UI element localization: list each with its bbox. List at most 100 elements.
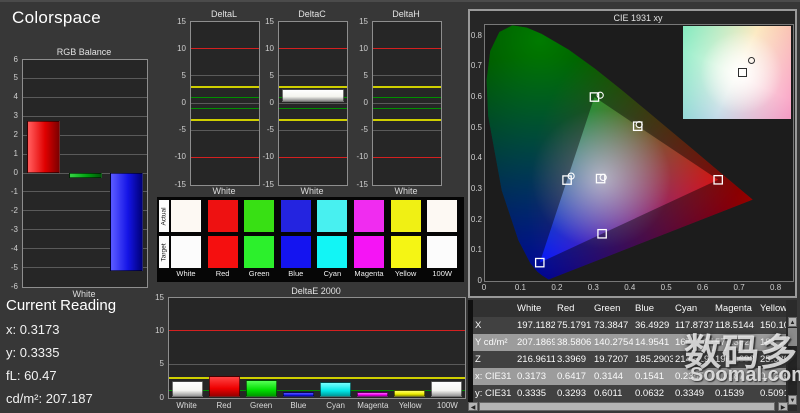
y-tick-label: 10 xyxy=(265,43,274,53)
cie-plot-area xyxy=(484,24,794,282)
chart-title: RGB Balance xyxy=(56,47,112,57)
swatch-actual-yellow xyxy=(390,200,421,232)
white-point-inset xyxy=(683,26,791,119)
table-horizontal-scrollbar[interactable]: ◀ ▶ xyxy=(468,402,788,411)
swatch-actual-green xyxy=(244,200,275,232)
y-tick-label: 10 xyxy=(155,325,164,335)
table-cell: 75.1791 xyxy=(557,320,592,331)
page-title: Colorspace xyxy=(12,8,101,27)
y-tick-label: 0 xyxy=(159,392,164,402)
limit-line-green xyxy=(373,97,441,99)
reading-fl: fL: 60.47 xyxy=(6,368,57,383)
category-label: Green xyxy=(250,401,273,410)
table-cell: 0.6417 xyxy=(557,371,587,382)
y-tick-label: -6 xyxy=(10,281,18,291)
x-axis-label: White xyxy=(300,186,324,196)
table-cell: 36.4929 xyxy=(635,320,670,331)
table-cell: 0.3293 xyxy=(557,388,587,399)
swatch-actual-magenta xyxy=(354,200,384,232)
swatch-column-label: Magenta xyxy=(354,269,384,278)
limit-line-yellow xyxy=(279,86,347,89)
y-tick-label: -10 xyxy=(174,152,186,162)
limit-line-red xyxy=(373,156,441,158)
swatch-row-label: Actual xyxy=(159,200,169,232)
horizontal-scroll-thumb[interactable] xyxy=(479,402,775,411)
chart-title: DeltaC xyxy=(298,9,326,19)
y-tick-label: -15 xyxy=(356,179,368,189)
gridline xyxy=(191,102,259,104)
cie-x-tick-label: 0.6 xyxy=(697,283,709,292)
table-cell: 0.0632 xyxy=(635,388,665,399)
gridline xyxy=(23,96,147,98)
y-tick-label: -15 xyxy=(262,179,274,189)
limit-line-red xyxy=(191,156,259,158)
swatch-actual-white xyxy=(171,200,201,232)
cie-x-tick-label: 0.7 xyxy=(733,283,745,292)
cie-y-tick-label: 0.3 xyxy=(470,184,482,193)
table-cell: 0.6011 xyxy=(594,388,623,399)
y-tick-label: 5 xyxy=(363,70,368,80)
cie-y-tick-label: 0.8 xyxy=(470,30,482,40)
cie-x-tick-label: 0.8 xyxy=(770,283,782,292)
y-tick-label: 4 xyxy=(13,92,18,102)
swatch-column-label: 100W xyxy=(432,269,452,278)
gridline xyxy=(373,129,441,131)
swatch-column-label: Yellow xyxy=(394,269,417,278)
reading-y: y: 0.3335 xyxy=(6,345,60,360)
delta-e-2000-chart: DeltaE 2000 15 10 5 0 White Red Green Blue Cyan M… xyxy=(146,285,466,411)
scroll-down-button[interactable]: ▼ xyxy=(788,395,797,405)
swatch-column-label: Red xyxy=(215,269,230,278)
category-label: Red xyxy=(216,401,232,410)
swatch-target-100w xyxy=(427,236,458,268)
y-tick-label: -4 xyxy=(10,243,18,253)
bar-red xyxy=(209,376,241,397)
y-tick-label: 10 xyxy=(177,43,186,53)
y-tick-label: 0 xyxy=(269,98,274,107)
limit-line-green xyxy=(373,107,441,109)
scroll-left-button[interactable]: ◀ xyxy=(468,402,478,411)
y-tick-label: 5 xyxy=(159,359,164,369)
gridline xyxy=(373,75,441,77)
y-tick-label: -5 xyxy=(360,125,368,135)
chart-title: DeltaE 2000 xyxy=(291,286,341,296)
delta-h-chart: DeltaH White 15 10 5 0 -5 -10 -15 xyxy=(350,8,442,206)
y-tick-label: -10 xyxy=(262,152,274,162)
y-tick-label: 1 xyxy=(13,149,18,159)
category-label: Cyan xyxy=(326,401,345,410)
y-tick-label: 5 xyxy=(13,73,18,83)
current-reading: Current Reading x: 0.3173 y: 0.3335 fL: … xyxy=(6,297,156,406)
limit-line-yellow xyxy=(279,118,347,121)
current-reading-heading: Current Reading xyxy=(6,297,117,314)
y-tick-label: 5 xyxy=(181,70,186,80)
swatch-actual-cyan xyxy=(317,200,348,232)
cie-x-tick-label: 0.1 xyxy=(514,283,526,292)
chart-title: DeltaH xyxy=(392,9,420,19)
cie-y-tick-label: 0 xyxy=(477,276,482,285)
row-label: X xyxy=(475,320,482,331)
scroll-right-button[interactable]: ▶ xyxy=(778,402,788,411)
swatch-target-magenta xyxy=(354,236,384,268)
y-tick-label: 0 xyxy=(363,98,368,107)
x-axis-label: White xyxy=(212,186,236,196)
bar-green xyxy=(68,172,102,179)
y-tick-label: -5 xyxy=(266,125,274,135)
column-header: Magenta xyxy=(715,303,752,314)
cie-y-tick-label: 0.4 xyxy=(470,153,482,163)
cie-x-tick-label: 0.2 xyxy=(551,283,563,292)
y-tick-label: 10 xyxy=(359,43,368,53)
swatch-target-white xyxy=(171,236,201,268)
bar-cyan xyxy=(320,382,352,397)
table-cell: 73.3847 xyxy=(594,320,629,331)
y-tick-label: 6 xyxy=(13,54,18,64)
cie-x-tick-label: 0.4 xyxy=(624,283,636,292)
swatch-target-blue xyxy=(280,236,311,268)
cie-y-tick-label: 0.1 xyxy=(470,245,482,255)
gridline xyxy=(23,115,147,117)
y-tick-label: -5 xyxy=(178,125,186,135)
swatch-target-red xyxy=(207,236,238,268)
category-label: White xyxy=(176,401,197,410)
table-cell: 0.1541 xyxy=(635,371,665,382)
x-axis-label: White xyxy=(394,186,418,196)
gridline xyxy=(191,75,259,77)
limit-line-green xyxy=(279,107,347,109)
